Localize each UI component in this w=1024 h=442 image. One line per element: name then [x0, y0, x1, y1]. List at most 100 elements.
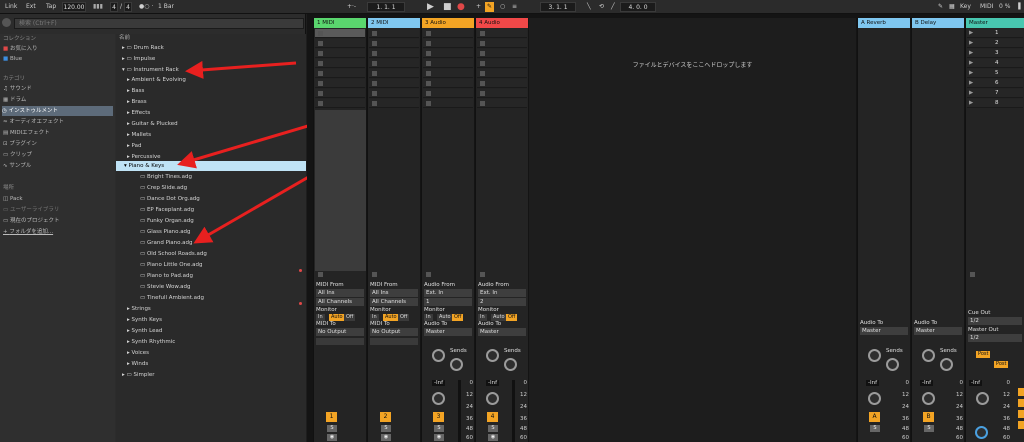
arm-button[interactable]: ◉ [488, 434, 498, 441]
scene-launch[interactable]: ▶ 8 [967, 99, 1023, 108]
monitor-in[interactable]: In [316, 314, 325, 321]
send-a-knob[interactable] [922, 349, 935, 362]
pan-knob[interactable] [486, 392, 499, 405]
stop-clips-button[interactable] [372, 272, 377, 277]
clip-slot[interactable] [477, 39, 527, 48]
clip-slot[interactable] [369, 59, 419, 68]
output-select[interactable]: Master [914, 327, 962, 335]
clip-slot[interactable] [423, 99, 473, 108]
track-header[interactable]: 3 Audio [422, 18, 474, 28]
clip-slot[interactable] [423, 69, 473, 78]
post-button-a[interactable]: Post [976, 351, 991, 358]
track-header[interactable]: 1 MIDI [314, 18, 366, 28]
track-activator[interactable]: 2 [380, 412, 391, 422]
solo-button[interactable]: S [434, 425, 444, 432]
track-activator[interactable]: 1 [326, 412, 337, 422]
input-type-select[interactable]: All Ins [370, 289, 418, 297]
clip-slot[interactable] [423, 79, 473, 88]
input-type-select[interactable]: Ext. In [478, 289, 526, 297]
volume-readout[interactable]: -Inf [969, 380, 983, 386]
solo-button[interactable]: S [488, 425, 498, 432]
clip-slot[interactable] [423, 89, 473, 98]
clip-slot[interactable] [369, 69, 419, 78]
track-header[interactable]: B Delay [912, 18, 964, 28]
volume-readout[interactable]: -Inf [920, 380, 934, 386]
track-activator[interactable]: A [869, 412, 880, 422]
cue-volume-knob[interactable] [975, 426, 988, 439]
track-activator[interactable]: 4 [487, 412, 498, 422]
volume-readout[interactable]: -Inf [432, 380, 446, 386]
scene-launch[interactable]: ▶ 6 [967, 79, 1023, 88]
track-activator[interactable]: 3 [433, 412, 444, 422]
monitor-auto[interactable]: Auto [383, 314, 399, 321]
monitor-in[interactable]: In [478, 314, 487, 321]
pan-knob[interactable] [868, 392, 881, 405]
arm-button[interactable]: ◉ [434, 434, 444, 441]
clip-slot[interactable] [315, 29, 365, 38]
clip-slot[interactable] [369, 79, 419, 88]
monitor-off[interactable]: Off [452, 314, 464, 321]
track-header[interactable]: A Reverb [858, 18, 910, 28]
clip-slot[interactable] [423, 49, 473, 58]
monitor-auto[interactable]: Auto [491, 314, 507, 321]
arm-button[interactable]: ◉ [381, 434, 391, 441]
input-type-select[interactable]: Ext. In [424, 289, 472, 297]
clip-slot[interactable] [423, 59, 473, 68]
side-toggle[interactable] [1018, 388, 1024, 396]
output-select[interactable]: Master [478, 328, 526, 336]
monitor-auto[interactable]: Auto [329, 314, 345, 321]
clip-slot[interactable] [477, 69, 527, 78]
clip-slot[interactable] [477, 59, 527, 68]
output-select[interactable]: No Output [316, 328, 364, 336]
input-channel-select[interactable]: 2 [478, 298, 526, 306]
arm-button[interactable]: ◉ [327, 434, 337, 441]
post-button-b[interactable]: Post [994, 361, 1009, 368]
clip-slot[interactable] [315, 99, 365, 108]
send-b-knob[interactable] [940, 358, 953, 371]
monitor-in[interactable]: In [424, 314, 433, 321]
send-a-knob[interactable] [486, 349, 499, 362]
pan-knob[interactable] [432, 392, 445, 405]
clip-slot[interactable] [315, 59, 365, 68]
track-activator[interactable]: B [923, 412, 934, 422]
track-header[interactable]: Master [966, 18, 1024, 28]
clip-slot[interactable] [477, 49, 527, 58]
monitor-off[interactable]: Off [506, 314, 518, 321]
clip-slot[interactable] [423, 29, 473, 38]
solo-button[interactable]: S [327, 425, 337, 432]
input-type-select[interactable]: All Ins [316, 289, 364, 297]
output-select[interactable]: No Output [370, 328, 418, 336]
stop-clips-button[interactable] [480, 272, 485, 277]
clip-slot[interactable] [369, 39, 419, 48]
send-b-knob[interactable] [886, 358, 899, 371]
scene-launch[interactable]: ▶ 7 [967, 89, 1023, 98]
pan-knob[interactable] [976, 392, 989, 405]
clip-slot[interactable] [315, 89, 365, 98]
clip-slot[interactable] [369, 49, 419, 58]
output-select[interactable]: Master [860, 327, 908, 335]
empty-clip-area[interactable] [315, 110, 366, 271]
scene-launch[interactable]: ▶ 4 [967, 59, 1023, 68]
volume-readout[interactable]: -Inf [866, 380, 880, 386]
clip-slot[interactable] [315, 49, 365, 58]
input-channel-select[interactable]: All Channels [316, 298, 364, 306]
output-channel-select[interactable] [370, 338, 418, 345]
clip-slot[interactable] [477, 29, 527, 38]
clip-slot[interactable] [369, 29, 419, 38]
send-b-knob[interactable] [450, 358, 463, 371]
monitor-off[interactable]: Off [398, 314, 410, 321]
volume-readout[interactable]: -Inf [486, 380, 500, 386]
drop-area[interactable] [529, 18, 856, 442]
input-channel-select[interactable]: All Channels [370, 298, 418, 306]
side-toggle[interactable] [1018, 399, 1024, 407]
monitor-off[interactable]: Off [344, 314, 356, 321]
clip-slot[interactable] [477, 89, 527, 98]
master-out-select[interactable]: 1/2 [968, 334, 1022, 342]
clip-slot[interactable] [369, 89, 419, 98]
stop-all-clips-button[interactable] [970, 272, 975, 277]
scene-launch[interactable]: ▶ 2 [967, 39, 1023, 48]
scene-launch[interactable]: ▶ 5 [967, 69, 1023, 78]
monitor-in[interactable]: In [370, 314, 379, 321]
output-select[interactable]: Master [424, 328, 472, 336]
clip-slot[interactable] [369, 99, 419, 108]
